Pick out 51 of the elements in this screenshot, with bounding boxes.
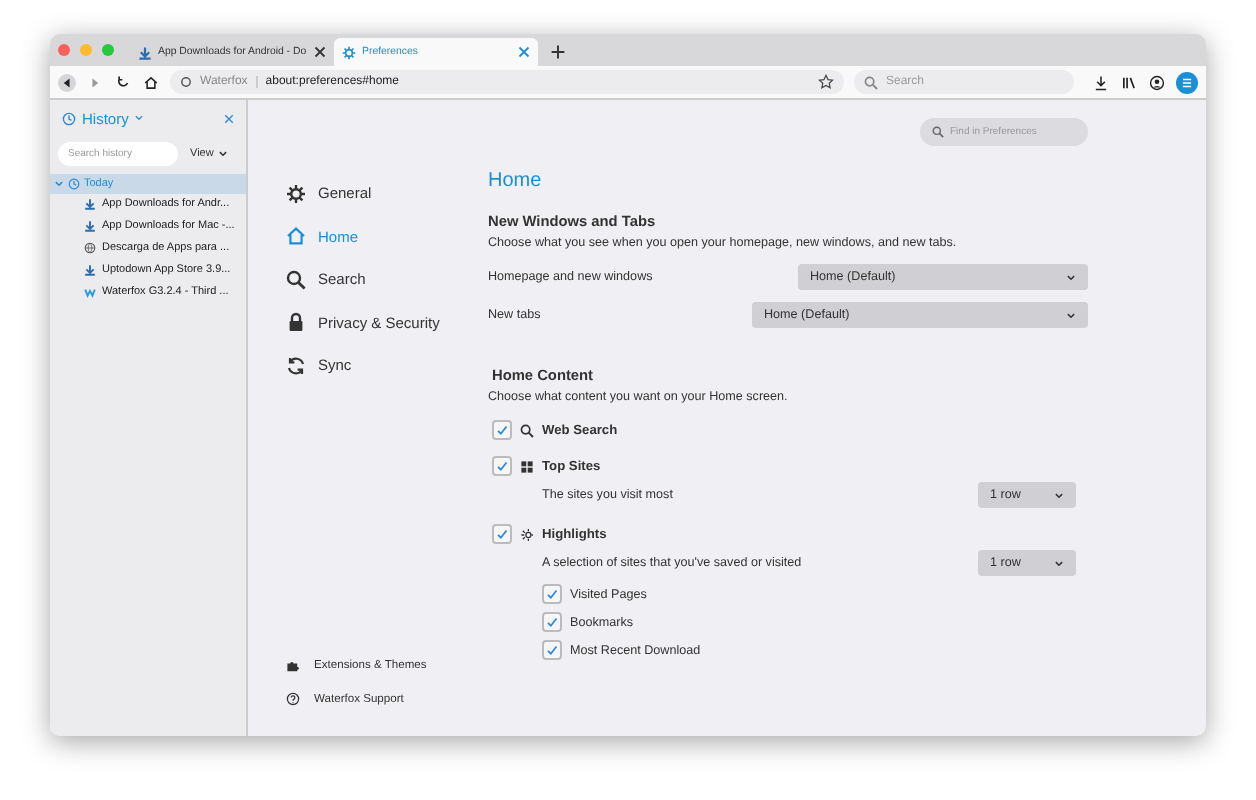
grid-icon — [520, 459, 534, 473]
caret-icon — [1066, 311, 1076, 319]
home-icon[interactable] — [142, 73, 160, 91]
help-icon — [286, 692, 300, 706]
gear-icon — [286, 183, 306, 204]
star-icon[interactable] — [818, 74, 834, 90]
reload-icon[interactable] — [114, 73, 132, 91]
checkmark-icon — [494, 458, 510, 474]
chevron-down-icon — [54, 180, 64, 188]
clock-icon — [62, 111, 76, 125]
clock-icon — [68, 178, 80, 190]
download-arrow-icon — [84, 198, 96, 211]
checkbox[interactable] — [492, 420, 512, 440]
globe-icon — [84, 241, 96, 254]
download-arrow-icon — [84, 220, 96, 233]
circle-icon — [180, 76, 192, 88]
menu-icon[interactable] — [1176, 71, 1198, 93]
checkmark-icon — [494, 526, 510, 542]
home-icon — [286, 226, 306, 247]
chevron-down-icon[interactable] — [134, 114, 145, 122]
close-icon[interactable] — [314, 46, 326, 58]
search-icon — [864, 75, 878, 89]
download-icon[interactable] — [1092, 73, 1110, 91]
checkbox[interactable] — [492, 456, 512, 476]
checkbox[interactable] — [542, 612, 562, 632]
new-tab-icon[interactable] — [550, 44, 566, 60]
sync-icon — [286, 355, 306, 376]
caret-icon — [1054, 491, 1064, 499]
close-window-button[interactable] — [58, 44, 70, 56]
puzzle-icon — [286, 658, 300, 672]
lock-icon — [286, 312, 306, 333]
caret-icon — [1054, 559, 1064, 567]
checkbox[interactable] — [542, 640, 562, 660]
account-icon[interactable] — [1148, 73, 1166, 91]
gear-icon — [342, 45, 356, 59]
wave-logo-icon — [84, 285, 96, 298]
checkmark-icon — [494, 422, 510, 438]
caret-icon — [1066, 273, 1076, 281]
checkbox[interactable] — [492, 524, 512, 544]
back-icon[interactable] — [58, 73, 76, 91]
caret-icon — [217, 150, 228, 158]
library-icon[interactable] — [1120, 73, 1138, 91]
search-icon — [520, 423, 534, 437]
download-arrow-icon — [138, 45, 152, 59]
checkbox[interactable] — [542, 584, 562, 604]
page-heading: Home — [488, 170, 544, 192]
sparkle-icon — [520, 527, 534, 541]
download-arrow-icon — [84, 263, 96, 276]
search-icon — [286, 269, 306, 290]
forward-icon[interactable] — [86, 73, 104, 91]
search-icon — [932, 126, 944, 138]
